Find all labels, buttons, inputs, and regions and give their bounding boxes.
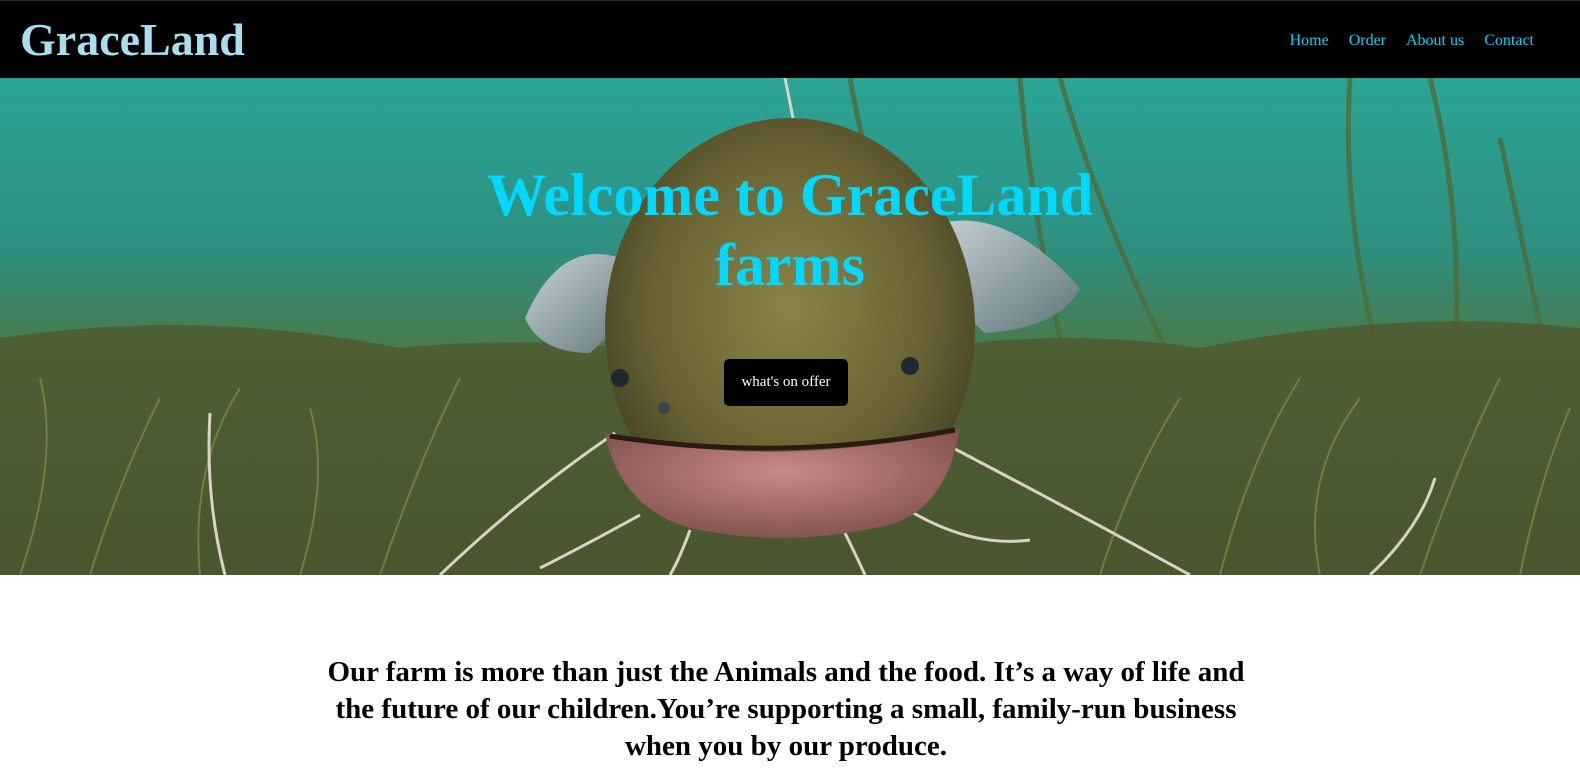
navbar: GraceLand Home Order About us Contact: [0, 0, 1580, 78]
nav-link-contact[interactable]: Contact: [1484, 31, 1534, 51]
whats-on-offer-button[interactable]: what's on offer: [724, 359, 848, 406]
nav-link-order[interactable]: Order: [1349, 31, 1386, 51]
nav-link-about-us[interactable]: About us: [1406, 31, 1464, 51]
intro-text: Our farm is more than just the Animals a…: [327, 656, 1245, 762]
site-logo[interactable]: GraceLand: [20, 13, 245, 67]
hero-title: Welcome to GraceLand farms: [486, 162, 1094, 298]
catfish-photo-icon: [0, 78, 1580, 575]
hero-section: Welcome to GraceLand farms what's on off…: [0, 78, 1580, 575]
nav-menu: Home Order About us Contact: [1290, 31, 1534, 51]
nav-link-home[interactable]: Home: [1290, 31, 1329, 51]
